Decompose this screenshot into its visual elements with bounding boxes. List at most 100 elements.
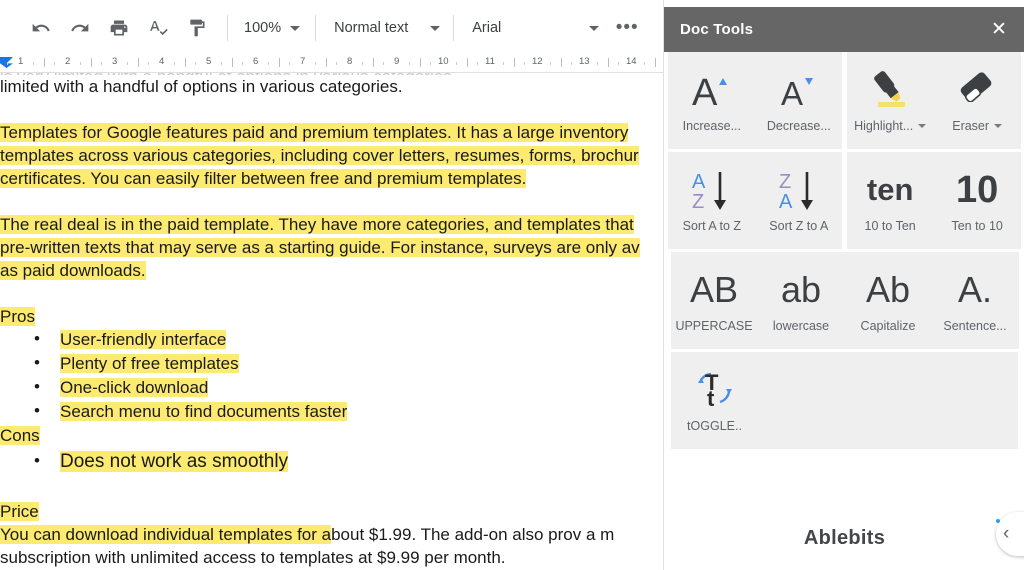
cell-label: Capitalize — [861, 319, 916, 333]
zoom-level-value: 100% — [244, 20, 281, 36]
ten-number-glyph: 10 — [956, 169, 998, 212]
paragraph-style-value: Normal text — [334, 20, 408, 36]
decrease-font-size-button[interactable]: A Decrease... — [755, 52, 842, 149]
word-to-ten-button[interactable]: 10 Ten to 10 — [934, 152, 1021, 249]
ten-to-word-button[interactable]: ten 10 to Ten — [847, 152, 934, 249]
toolbar-divider — [315, 15, 316, 41]
paragraph-line: as paid downloads. — [0, 259, 663, 282]
panel-title: Doc Tools — [680, 21, 753, 38]
tools-row: A Increase... A — [664, 52, 1024, 152]
tools-group: A Z Sort A to Z — [668, 152, 842, 249]
chevron-down-icon[interactable] — [994, 124, 1002, 128]
print-icon[interactable] — [102, 11, 136, 45]
eraser-button[interactable]: Eraser — [934, 52, 1021, 149]
more-options-label: ••• — [616, 24, 639, 32]
decrease-font-size-icon: A — [755, 62, 842, 118]
ruler-tick — [373, 58, 374, 67]
ruler-tick — [326, 58, 327, 67]
paragraph-line: subscription with unlimited access to te… — [0, 546, 663, 569]
sort-a-to-z-icon: A Z — [668, 162, 755, 218]
grid-edge — [664, 352, 671, 452]
sort-a-to-z-button[interactable]: A Z Sort A to Z — [668, 152, 755, 249]
undo-icon[interactable] — [24, 11, 58, 45]
svg-text:Z: Z — [779, 171, 791, 193]
cell-label: Ten to 10 — [951, 219, 1002, 233]
uppercase-button[interactable]: AB UPPERCASE — [671, 252, 758, 349]
uppercase-glyph: AB — [690, 269, 738, 311]
svg-text:A: A — [692, 72, 718, 111]
document-canvas[interactable]: is very limited with a handful of option… — [0, 73, 663, 570]
google-docs-window: 100% Normal text Arial ••• — [0, 0, 1024, 570]
capitalize-button[interactable]: Ab Capitalize — [845, 252, 932, 349]
cons-list: Does not work as smoothly — [0, 447, 663, 477]
ruler-number: 12 — [532, 56, 543, 67]
ten-word-glyph: ten — [867, 172, 914, 208]
cons-heading: Cons — [0, 424, 663, 447]
ruler-number: 13 — [579, 56, 590, 67]
ruler-dot — [456, 62, 457, 65]
ruler-number: 6 — [253, 56, 258, 67]
toolbar-divider — [227, 15, 228, 41]
ruler-dot — [127, 62, 128, 65]
ruler-number: 4 — [159, 56, 164, 67]
tools-group: A Increase... A — [668, 52, 842, 149]
ruler-dot — [101, 62, 102, 65]
sort-z-to-a-button[interactable]: Z A Sort Z to A — [755, 152, 842, 249]
spelling-check-icon[interactable] — [141, 11, 175, 45]
lowercase-glyph: ab — [781, 269, 821, 311]
more-options-icon[interactable]: ••• — [610, 11, 644, 45]
pros-heading: Pros — [0, 305, 663, 328]
ruler-dot — [242, 62, 243, 65]
paragraph-line: You can download individual templates fo… — [0, 523, 663, 546]
close-icon[interactable]: ✕ — [987, 18, 1011, 42]
lowercase-button[interactable]: ab lowercase — [758, 252, 845, 349]
tools-group: AB UPPERCASE ab lowercase — [671, 252, 1019, 349]
ruler-dot — [644, 62, 645, 65]
zoom-level-dropdown[interactable]: 100% — [240, 13, 307, 43]
sentence-case-glyph: A. — [958, 269, 992, 311]
tools-group: Highlight... — [847, 52, 1021, 149]
redo-icon[interactable] — [63, 11, 97, 45]
uppercase-icon: AB — [671, 262, 758, 318]
tools-group: ten 10 to Ten 10 Ten to 10 — [847, 152, 1021, 249]
list-item: Does not work as smoothly — [0, 447, 663, 477]
lowercase-label: lowercase — [773, 319, 829, 333]
grid-edge — [1018, 352, 1024, 452]
ruler-dot — [148, 62, 149, 65]
sentence-case-button[interactable]: A. Sentence... — [932, 252, 1019, 349]
cell-label: tOGGLE.. — [687, 419, 742, 433]
cell-label: Decrease... — [767, 119, 831, 133]
paragraph-line: certificates. You can easily filter betw… — [0, 167, 663, 190]
document-ruler[interactable]: 1234567891011121314 — [0, 56, 663, 73]
capitalize-label: Capitalize — [861, 319, 916, 333]
chevron-down-icon — [430, 26, 440, 31]
eraser-icon — [934, 62, 1021, 118]
toggle-case-label: tOGGLE.. — [687, 419, 742, 433]
list-item-text: One-click download — [60, 378, 208, 397]
document-text: is very limited with a handful of option… — [0, 73, 663, 569]
tools-group: T t tOGGLE.. — [671, 352, 1018, 449]
paragraph-style-dropdown[interactable]: Normal text — [330, 13, 447, 43]
list-item-text: Search menu to find documents faster — [60, 402, 347, 421]
list-item-text: Does not work as smoothly — [60, 451, 288, 472]
pros-list: User-friendly interface Plenty of free t… — [0, 328, 663, 424]
capitalize-glyph: Ab — [866, 269, 910, 311]
ruler-tick — [44, 58, 45, 67]
font-family-dropdown[interactable]: Arial — [468, 13, 606, 43]
highlight-label: Highlight... — [854, 119, 913, 133]
chevron-down-icon[interactable] — [918, 124, 926, 128]
ruler-tick — [514, 58, 515, 67]
paint-format-icon[interactable] — [180, 11, 214, 45]
ruler-dot — [7, 62, 8, 65]
ruler-dot — [430, 62, 431, 65]
toggle-case-icon: T t — [671, 362, 758, 418]
chevron-left-icon: ‹ — [1003, 523, 1009, 545]
cell-label: Sentence... — [943, 319, 1006, 333]
increase-font-size-button[interactable]: A Increase... — [668, 52, 755, 149]
lowercase-icon: ab — [758, 262, 845, 318]
ruler-dot — [571, 62, 572, 65]
toggle-case-button[interactable]: T t tOGGLE.. — [671, 352, 758, 449]
ruler-tick — [655, 58, 656, 67]
highlight-button[interactable]: Highlight... — [847, 52, 934, 149]
plain-text: bout $1.99. The add-on also prov a m — [331, 525, 614, 544]
